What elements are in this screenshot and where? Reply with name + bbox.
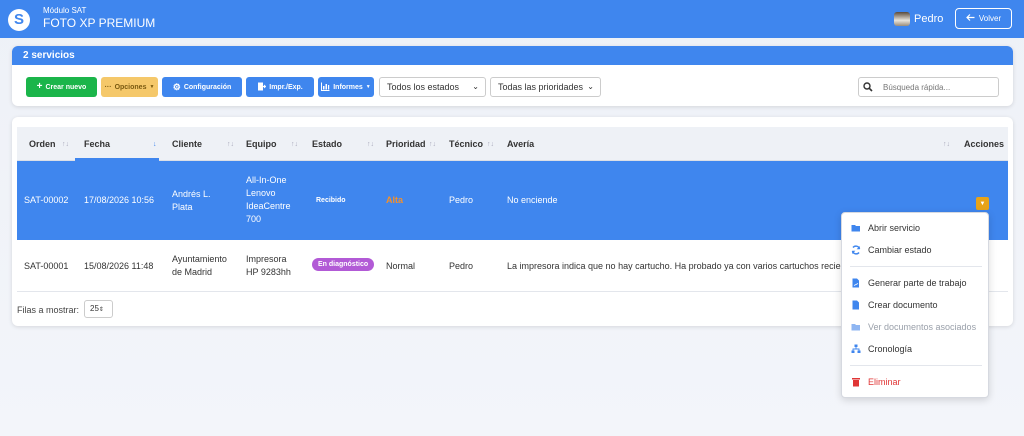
- configuration-label: Configuración: [183, 83, 232, 91]
- create-new-button[interactable]: + Crear nuevo: [26, 77, 97, 97]
- folder-open-icon: [851, 322, 861, 332]
- caret-down-icon: ▼: [979, 200, 986, 207]
- cell-tecnico: Pedro: [449, 195, 474, 205]
- status-filter-value: Todos los estados: [387, 82, 460, 92]
- file-export-icon: [257, 82, 267, 93]
- menu-item-chronology[interactable]: Cronología: [842, 339, 988, 359]
- menu-item-change-status[interactable]: Cambiar estado: [842, 240, 988, 260]
- print-export-label: Impr./Exp.: [269, 83, 303, 91]
- sitemap-icon: [851, 344, 861, 354]
- priority-filter-value: Todas las prioridades: [498, 82, 584, 92]
- sort-icon: ↑↓: [429, 141, 436, 148]
- menu-item-view-associated-documents[interactable]: Ver documentos asociados: [842, 317, 988, 337]
- cell-orden: SAT-00001: [24, 261, 69, 271]
- gear-icon: ⚙: [172, 81, 181, 92]
- cell-tecnico: Pedro: [449, 261, 474, 271]
- menu-item-open-service[interactable]: Abrir servicio: [842, 218, 988, 238]
- reports-button[interactable]: Informes ▼: [318, 77, 374, 97]
- chevron-down-icon: ⌄: [472, 82, 479, 91]
- options-label: Opciones: [114, 83, 147, 91]
- ellipsis-icon: ···: [104, 83, 112, 91]
- file-icon: [851, 300, 861, 310]
- row-actions-button[interactable]: ▼: [976, 197, 989, 210]
- column-header-estado[interactable]: Estado: [312, 127, 342, 161]
- configuration-button[interactable]: ⚙ Configuración: [162, 77, 242, 97]
- row-actions-menu: Abrir servicio Cambiar estado Generar pa…: [841, 212, 989, 398]
- column-header-equipo[interactable]: Equipo: [246, 127, 277, 161]
- rows-per-page-select[interactable]: 25⇕: [84, 300, 113, 318]
- column-header-fecha[interactable]: Fecha: [84, 127, 110, 161]
- cell-fecha: 15/08/2026 11:48: [84, 261, 154, 271]
- top-bar: S Módulo SAT FOTO XP PREMIUM Pedro Volve…: [0, 0, 1024, 38]
- app-title: FOTO XP PREMIUM: [43, 16, 156, 30]
- rows-per-page-label: Filas a mostrar:: [17, 305, 80, 315]
- column-header-cliente[interactable]: Cliente: [172, 127, 202, 161]
- cell-averia: La impresora indica que no hay cartucho.…: [507, 261, 841, 271]
- plus-icon: +: [36, 81, 43, 92]
- services-count-title: 2 servicios: [12, 46, 1013, 65]
- cell-equipo: Impresora HP 9283hh: [246, 254, 291, 277]
- sort-icon: ↑↓: [227, 141, 234, 148]
- status-badge: En diagnóstico: [312, 258, 375, 271]
- search-icon[interactable]: [858, 77, 878, 97]
- menu-divider: [850, 266, 982, 267]
- cell-orden: SAT-00002: [24, 195, 69, 205]
- trash-icon: [851, 377, 861, 387]
- cell-equipo: All-In-One Lenovo IdeaCentre 700: [246, 175, 291, 224]
- menu-item-generate-work-report[interactable]: Generar parte de trabajo: [842, 273, 988, 293]
- options-button[interactable]: ··· Opciones ▼: [101, 77, 158, 97]
- quick-search-input[interactable]: [877, 77, 999, 97]
- back-label: Volver: [978, 14, 1002, 23]
- status-filter-select[interactable]: Todos los estados ⌄: [379, 77, 486, 97]
- print-export-button[interactable]: Impr./Exp.: [246, 77, 314, 97]
- table-header: Orden ↑↓ Fecha ↓ Cliente ↑↓ Equipo ↑↓ Es…: [17, 127, 1008, 161]
- cell-cliente: Ayuntamiento de Madrid: [172, 254, 227, 277]
- cell-fecha: 17/08/2026 10:56: [84, 195, 155, 205]
- cell-cliente: Andrés L. Plata: [172, 189, 211, 212]
- sort-desc-icon: ↓: [153, 141, 157, 148]
- user-avatar[interactable]: [894, 12, 910, 26]
- menu-divider: [850, 365, 982, 366]
- toolbar: + Crear nuevo ··· Opciones ▼ ⚙ Configura…: [12, 77, 1013, 97]
- column-header-orden[interactable]: Orden: [29, 127, 56, 161]
- priority-label: Alta: [386, 195, 404, 205]
- sort-icon: ⇕: [98, 307, 104, 313]
- sort-icon: ↑↓: [62, 141, 69, 148]
- caret-down-icon: ▼: [365, 84, 371, 90]
- app-logo: S: [8, 9, 30, 31]
- sync-icon: [851, 245, 861, 255]
- caret-down-icon: ▼: [149, 84, 155, 90]
- sort-icon: ↑↓: [367, 141, 374, 148]
- cell-averia: No enciende: [507, 195, 558, 205]
- column-header-tecnico[interactable]: Técnico: [449, 127, 483, 161]
- file-signature-icon: [851, 278, 861, 288]
- status-badge: Recibido: [316, 197, 346, 204]
- rows-per-page-value: 25: [90, 304, 99, 313]
- priority-filter-select[interactable]: Todas las prioridades ⌄: [490, 77, 601, 97]
- menu-item-create-document[interactable]: Crear documento: [842, 295, 988, 315]
- folder-open-icon: [851, 223, 861, 233]
- module-label: Módulo SAT: [43, 6, 87, 15]
- back-button[interactable]: Volver: [955, 8, 1012, 29]
- chart-icon: [321, 82, 330, 93]
- create-new-label: Crear nuevo: [45, 83, 87, 91]
- sort-icon: ↑↓: [291, 141, 298, 148]
- arrow-left-icon: [966, 14, 975, 23]
- sort-icon: ↑↓: [943, 141, 950, 148]
- sort-icon: ↑↓: [487, 141, 494, 148]
- priority-label: Normal: [386, 261, 416, 271]
- column-header-acciones: Acciones: [964, 139, 1005, 149]
- toolbar-panel: 2 servicios + Crear nuevo ··· Opciones ▼…: [12, 46, 1013, 106]
- column-header-prioridad[interactable]: Prioridad: [386, 127, 426, 161]
- column-header-averia[interactable]: Avería: [507, 127, 534, 161]
- user-name[interactable]: Pedro: [914, 13, 943, 25]
- reports-label: Informes: [333, 83, 363, 91]
- chevron-down-icon: ⌄: [587, 82, 594, 91]
- menu-item-delete[interactable]: Eliminar: [842, 372, 988, 392]
